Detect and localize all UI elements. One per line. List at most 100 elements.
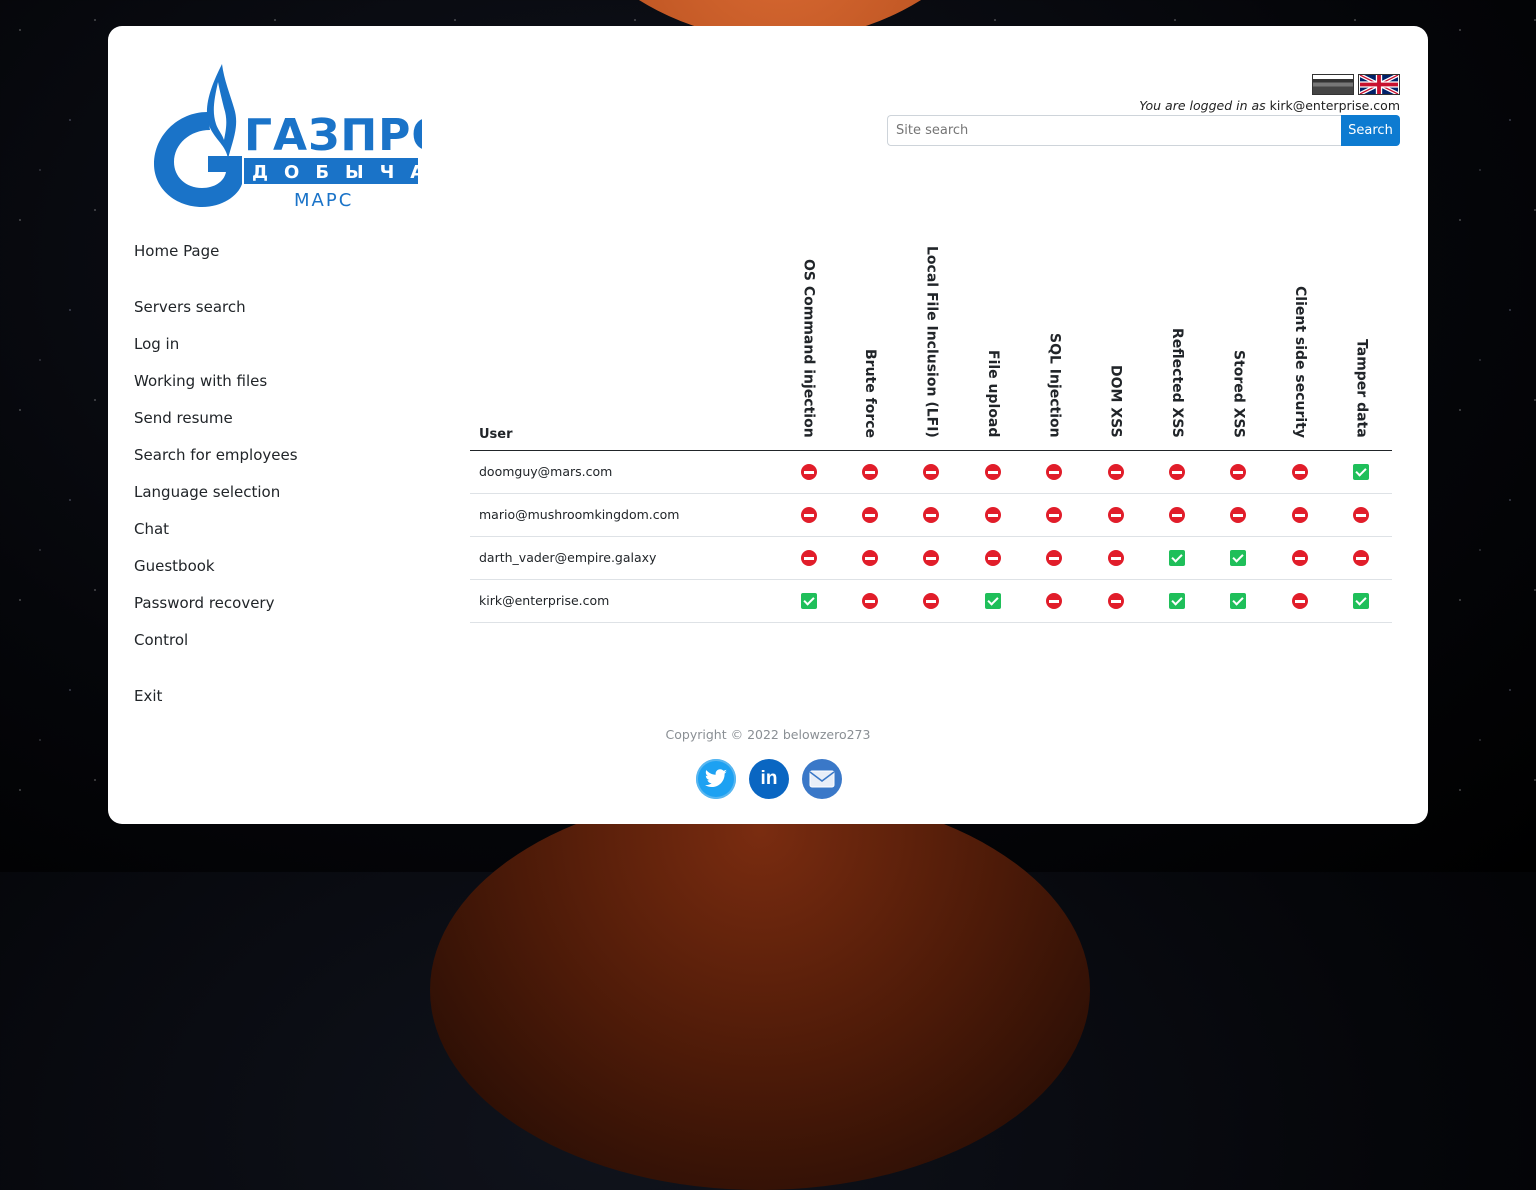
check-icon[interactable] [1353, 593, 1370, 610]
table-header-row: User OS Command injection Brute force Lo… [470, 246, 1392, 451]
no-entry-icon[interactable] [1291, 507, 1308, 524]
permission-cell [962, 536, 1024, 580]
nav-guestbook[interactable]: Guestbook [134, 557, 215, 575]
check-icon[interactable] [800, 593, 817, 610]
nav-password-recovery[interactable]: Password recovery [134, 594, 274, 612]
no-entry-icon[interactable] [1353, 507, 1370, 524]
no-entry-icon[interactable] [984, 507, 1001, 524]
no-entry-icon[interactable] [984, 550, 1001, 567]
planet-bottom [430, 790, 1090, 1190]
permission-cell [1023, 579, 1085, 623]
permission-cell [778, 579, 840, 623]
check-icon[interactable] [984, 593, 1001, 610]
permission-cell [1207, 536, 1270, 580]
no-entry-icon[interactable] [1107, 550, 1124, 567]
user-email-cell: doomguy@mars.com [470, 450, 778, 494]
uk-flag-icon[interactable] [1358, 74, 1400, 95]
check-icon[interactable] [1353, 464, 1370, 481]
column-header: File upload [962, 246, 1024, 451]
check-icon[interactable] [1169, 550, 1186, 567]
nav-search-employees[interactable]: Search for employees [134, 446, 298, 464]
nav-working-with-files[interactable]: Working with files [134, 372, 267, 390]
nav-log-in[interactable]: Log in [134, 335, 179, 353]
permission-cell [900, 536, 963, 580]
no-entry-icon[interactable] [862, 464, 879, 481]
no-entry-icon[interactable] [1230, 464, 1247, 481]
column-header-label: OS Command injection [800, 259, 817, 438]
no-entry-icon[interactable] [1353, 550, 1370, 567]
no-entry-icon[interactable] [923, 593, 940, 610]
no-entry-icon[interactable] [800, 464, 817, 481]
no-entry-icon[interactable] [1169, 507, 1186, 524]
nav-exit[interactable]: Exit [134, 687, 162, 705]
no-entry-icon[interactable] [1107, 507, 1124, 524]
user-email-cell: darth_vader@empire.galaxy [470, 536, 778, 580]
permission-cell [1023, 536, 1085, 580]
nav-send-resume[interactable]: Send resume [134, 409, 233, 427]
column-header: Local File Inclusion (LFI) [900, 246, 963, 451]
ru-flag-icon[interactable] [1312, 74, 1354, 95]
permission-cell [1207, 493, 1270, 537]
no-entry-icon[interactable] [862, 550, 879, 567]
permission-cell [778, 536, 840, 580]
no-entry-icon[interactable] [862, 507, 879, 524]
column-header-label: Reflected XSS [1169, 327, 1186, 438]
nav-language-selection[interactable]: Language selection [134, 483, 280, 501]
permission-cell [839, 450, 901, 494]
permission-cell [1084, 450, 1147, 494]
no-entry-icon[interactable] [1107, 464, 1124, 481]
logo-text-main: ГАЗПРОМ [244, 110, 422, 161]
permission-cell [1207, 579, 1270, 623]
nav-home[interactable]: Home Page [134, 242, 219, 260]
no-entry-icon[interactable] [1046, 507, 1063, 524]
no-entry-icon[interactable] [1046, 550, 1063, 567]
permission-cell [1084, 493, 1147, 537]
no-entry-icon[interactable] [800, 507, 817, 524]
email-icon[interactable] [802, 759, 842, 799]
login-status: You are logged in as kirk@enterprise.com [1139, 98, 1400, 113]
permissions-table: User OS Command injection Brute force Lo… [470, 246, 1392, 623]
no-entry-icon[interactable] [1291, 593, 1308, 610]
no-entry-icon[interactable] [1230, 507, 1247, 524]
permission-cell [1207, 450, 1270, 494]
permission-cell [1146, 450, 1208, 494]
check-icon[interactable] [1230, 593, 1247, 610]
no-entry-icon[interactable] [862, 593, 879, 610]
no-entry-icon[interactable] [1291, 464, 1308, 481]
no-entry-icon[interactable] [800, 550, 817, 567]
search-button[interactable]: Search [1341, 115, 1400, 146]
no-entry-icon[interactable] [1046, 464, 1063, 481]
no-entry-icon[interactable] [1169, 464, 1186, 481]
permission-cell [1023, 493, 1085, 537]
no-entry-icon[interactable] [1291, 550, 1308, 567]
twitter-icon[interactable] [696, 759, 736, 799]
linkedin-icon[interactable]: in [749, 759, 789, 799]
login-status-prefix: You are logged in as [1139, 98, 1266, 113]
column-header: DOM XSS [1084, 246, 1147, 451]
permission-cell [839, 493, 901, 537]
search-input[interactable] [887, 115, 1341, 146]
main-card: ГАЗПРОМ ДОБЫЧА МАРС You are logged in as… [108, 26, 1428, 824]
permission-cell [900, 493, 963, 537]
no-entry-icon[interactable] [1107, 593, 1124, 610]
nav-servers-search[interactable]: Servers search [134, 298, 246, 316]
nav-control[interactable]: Control [134, 631, 188, 649]
check-icon[interactable] [1230, 550, 1247, 567]
twitter-bird-glyph [704, 769, 727, 787]
logged-user-email: kirk@enterprise.com [1269, 98, 1400, 113]
permission-cell [962, 450, 1024, 494]
nav-chat[interactable]: Chat [134, 520, 169, 538]
permission-cell [1084, 536, 1147, 580]
column-header-user: User [470, 246, 778, 451]
company-logo[interactable]: ГАЗПРОМ ДОБЫЧА МАРС [152, 64, 422, 214]
no-entry-icon[interactable] [923, 550, 940, 567]
language-switcher [1312, 74, 1400, 95]
permission-cell [962, 579, 1024, 623]
no-entry-icon[interactable] [1046, 593, 1063, 610]
column-header-label: File upload [984, 350, 1001, 438]
no-entry-icon[interactable] [923, 507, 940, 524]
no-entry-icon[interactable] [984, 464, 1001, 481]
permission-cell [900, 450, 963, 494]
check-icon[interactable] [1169, 593, 1186, 610]
no-entry-icon[interactable] [923, 464, 940, 481]
